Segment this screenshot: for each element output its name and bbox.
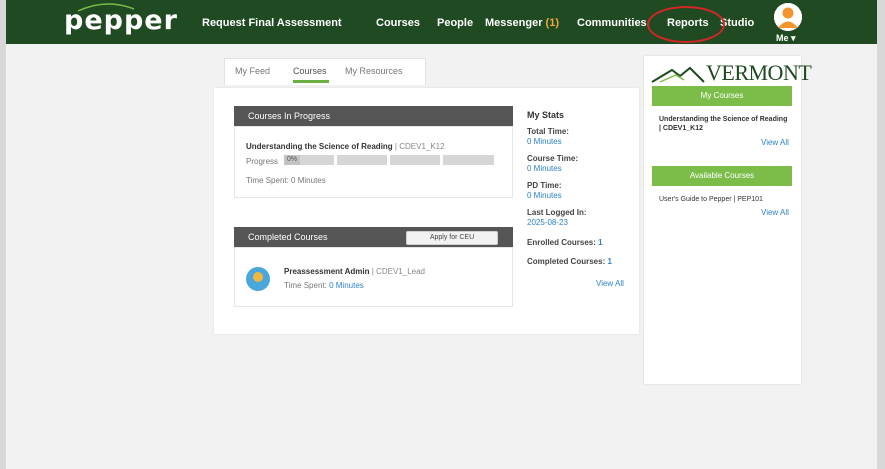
completed-courses-panel (234, 247, 513, 307)
enrolled-courses-label: Enrolled Courses: (527, 238, 596, 247)
dashboard-tabs: My Feed Courses My Resources (224, 58, 426, 85)
my-courses-view-all-link[interactable]: View All (761, 138, 789, 147)
completed-time-spent-value: 0 Minutes (329, 281, 364, 290)
user-avatar-icon (774, 3, 802, 31)
completion-badge-icon (246, 267, 270, 291)
nav-request-final-assessment[interactable]: Request Final Assessment (202, 17, 342, 29)
last-logged-in-value: 2025-08-23 (527, 218, 568, 227)
nav-people[interactable]: People (437, 17, 473, 29)
completed-course-code: | CDEV1_Lead (371, 267, 425, 276)
course-time-value: 0 Minutes (527, 164, 562, 173)
total-time-label: Total Time: (527, 127, 569, 136)
progress-bar: 0% (284, 155, 494, 165)
in-progress-time-spent: Time Spent: 0 Minutes (246, 176, 326, 185)
progress-value: 0% (284, 155, 300, 165)
window-frame-left (0, 0, 6, 469)
nav-messenger[interactable]: Messenger (1) (485, 17, 559, 29)
available-courses-header: Available Courses (652, 166, 792, 186)
in-progress-course-name: Understanding the Science of Reading (246, 142, 393, 151)
me-menu[interactable]: Me ▾ (776, 33, 796, 44)
tab-courses[interactable]: Courses (293, 66, 327, 76)
completed-time-spent-label: Time Spent: (284, 281, 327, 290)
progress-label: Progress (246, 157, 279, 166)
completed-course-title[interactable]: Preassessment Admin | CDEV1_Lead (284, 267, 425, 276)
user-avatar[interactable] (774, 3, 802, 31)
pd-time-value: 0 Minutes (527, 191, 562, 200)
nav-communities[interactable]: Communities (577, 17, 647, 29)
active-tab-indicator (293, 80, 329, 83)
completed-courses-label: Completed Courses: (527, 257, 606, 266)
my-stats-title: My Stats (527, 110, 565, 120)
last-logged-in-label: Last Logged In: (527, 208, 587, 217)
completed-time-spent: Time Spent: 0 Minutes (284, 281, 364, 290)
in-progress-course-code: | CDEV1_K12 (394, 142, 445, 151)
apply-for-ceu-button[interactable]: Apply for CEU (406, 231, 498, 245)
enrolled-courses-stat: Enrolled Courses: 1 (527, 238, 603, 247)
course-time-label: Course Time: (527, 154, 578, 163)
top-navigation-bar: pepper Request Final Assessment Courses … (6, 0, 877, 44)
completed-courses-value: 1 (607, 257, 612, 266)
my-courses-header: My Courses (652, 86, 792, 106)
completed-course-name: Preassessment Admin (284, 267, 370, 276)
stats-view-all-link[interactable]: View All (596, 279, 624, 288)
nav-messenger-label: Messenger (485, 17, 543, 29)
tab-my-feed[interactable]: My Feed (235, 66, 270, 76)
courses-in-progress-header: Courses In Progress (234, 106, 513, 126)
completed-courses-stat: Completed Courses: 1 (527, 257, 612, 266)
vermont-logo-text: VERMONT (706, 60, 812, 85)
pepper-logo[interactable]: pepper (64, 5, 178, 36)
tab-my-resources[interactable]: My Resources (345, 66, 403, 76)
enrolled-courses-value: 1 (598, 238, 603, 247)
window-frame-right (877, 0, 885, 469)
pd-time-label: PD Time: (527, 181, 562, 190)
available-courses-view-all-link[interactable]: View All (761, 208, 789, 217)
sidebar-available-course-item[interactable]: User's Guide to Pepper | PEP101 (659, 195, 789, 204)
sidebar-my-course-item[interactable]: Understanding the Science of Reading | C… (659, 115, 789, 133)
messenger-count-badge: (1) (545, 17, 559, 29)
in-progress-course-title[interactable]: Understanding the Science of Reading | C… (246, 142, 445, 151)
reports-highlight-circle (647, 6, 725, 43)
nav-studio[interactable]: Studio (720, 17, 754, 29)
total-time-value: 0 Minutes (527, 137, 562, 146)
nav-courses[interactable]: Courses (376, 17, 420, 29)
